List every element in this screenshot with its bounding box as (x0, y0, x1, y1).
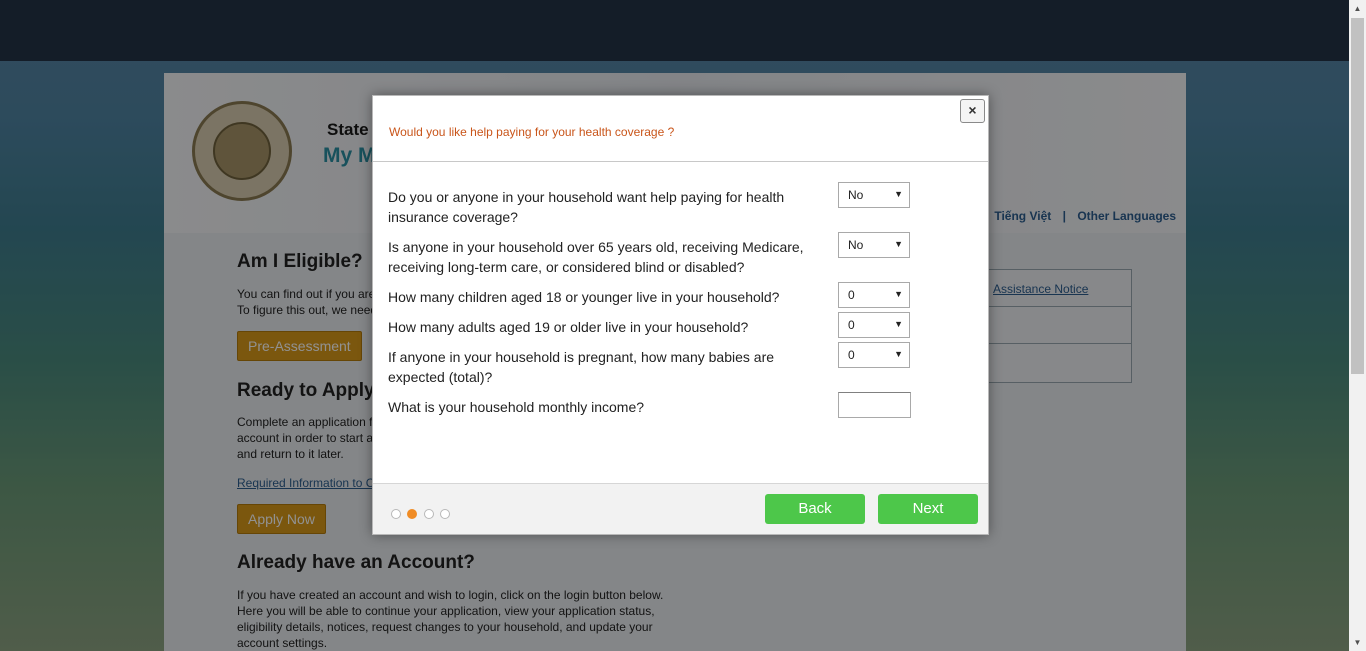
step-dot (440, 509, 451, 519)
babies-value: 0 (848, 348, 855, 362)
children-value: 0 (848, 288, 855, 302)
modal-divider (373, 161, 988, 162)
chevron-down-icon: ▼ (894, 349, 903, 359)
chevron-down-icon: ▼ (894, 319, 903, 329)
children-select[interactable]: 0 ▼ (838, 282, 910, 308)
adults-value: 0 (848, 318, 855, 332)
step-dot (423, 509, 434, 519)
vertical-scrollbar[interactable]: ▲ ▼ (1349, 0, 1366, 651)
help-paying-modal: Would you like help paying for your heal… (372, 95, 989, 535)
question-children: How many children aged 18 or younger liv… (388, 289, 780, 305)
scroll-up-icon[interactable]: ▲ (1349, 0, 1366, 17)
help-paying-select[interactable]: No ▼ (838, 182, 910, 208)
over-65-value: No (848, 238, 864, 252)
step-dot-active (407, 509, 418, 519)
question-income: What is your household monthly income? (388, 399, 645, 415)
question-adults: How many adults aged 19 or older live in… (388, 319, 749, 335)
question-over-65: Is anyone in your household over 65 year… (388, 239, 804, 275)
over-65-select[interactable]: No ▼ (838, 232, 910, 258)
step-dot (391, 509, 401, 519)
chevron-down-icon: ▼ (894, 239, 903, 249)
adults-select[interactable]: 0 ▼ (838, 312, 910, 338)
back-button[interactable]: Back (765, 494, 865, 524)
modal-title: Would you like help paying for your heal… (389, 125, 675, 139)
chevron-down-icon: ▼ (894, 189, 903, 199)
scroll-thumb[interactable] (1351, 18, 1364, 374)
monthly-income-input[interactable] (838, 392, 911, 418)
help-paying-value: No (848, 188, 864, 202)
babies-select[interactable]: 0 ▼ (838, 342, 910, 368)
question-pregnant: If anyone in your household is pregnant,… (388, 349, 775, 385)
scroll-down-icon[interactable]: ▼ (1349, 634, 1366, 651)
next-button[interactable]: Next (878, 494, 978, 524)
question-help-paying: Do you or anyone in your household want … (388, 189, 785, 225)
chevron-down-icon: ▼ (894, 289, 903, 299)
step-indicator (391, 506, 452, 524)
modal-footer: Back Next (373, 483, 988, 534)
close-icon[interactable]: × (960, 99, 985, 123)
